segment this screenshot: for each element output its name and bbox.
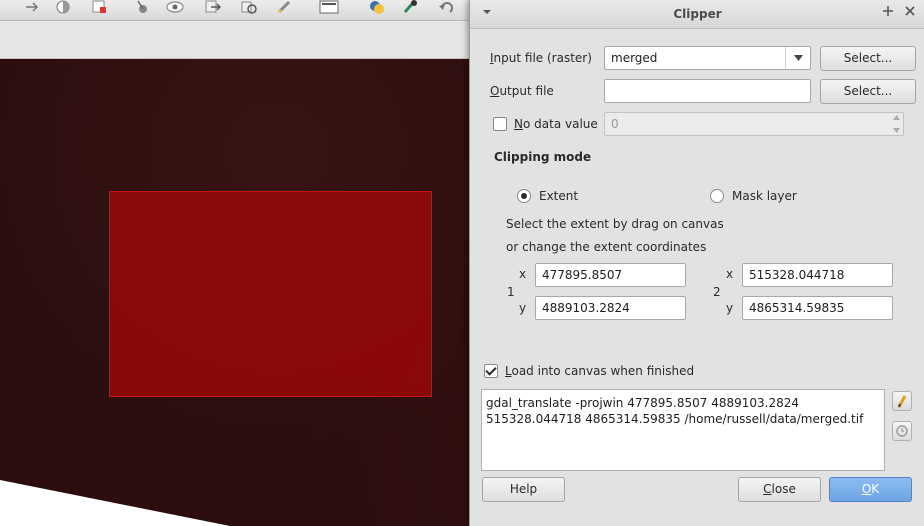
python-icon[interactable]	[366, 0, 388, 14]
new-layer-icon[interactable]	[88, 0, 110, 14]
move-icon[interactable]	[202, 0, 224, 14]
mask-layer-radio[interactable]	[710, 189, 724, 203]
x2-field[interactable]: 515328.044718	[742, 263, 893, 287]
output-file-label: Output file	[490, 84, 554, 98]
input-select-button[interactable]: Select...	[820, 46, 916, 71]
y2-field[interactable]: 4865314.59835	[742, 296, 893, 320]
pencil-icon[interactable]	[274, 0, 296, 14]
input-file-value: merged	[611, 51, 658, 65]
arrow-icon[interactable]	[22, 0, 44, 14]
load-into-canvas-checkbox[interactable]	[484, 364, 498, 378]
chevron-down-icon[interactable]	[785, 47, 810, 69]
overview-icon[interactable]	[318, 0, 340, 14]
x1-field[interactable]: 477895.8507	[535, 263, 686, 287]
load-into-canvas-label: Load into canvas when finished	[505, 364, 695, 378]
no-data-label: No data value	[514, 117, 598, 131]
point1-label: 1	[507, 285, 515, 299]
dialog-titlebar[interactable]: Clipper	[470, 0, 924, 29]
eye-icon[interactable]	[164, 0, 186, 14]
gdal-command-text[interactable]: gdal_translate -projwin 477895.8507 4889…	[481, 389, 885, 471]
undo-icon[interactable]	[436, 0, 458, 14]
half-circle-icon[interactable]	[52, 0, 74, 14]
close-button[interactable]: Close	[738, 477, 821, 502]
no-data-spinbox[interactable]: 0	[604, 112, 904, 136]
output-select-button[interactable]: Select...	[820, 79, 916, 104]
output-file-field[interactable]	[604, 79, 811, 103]
extent-radio-label: Extent	[539, 189, 579, 203]
x2-label: x	[726, 267, 734, 281]
input-file-combobox[interactable]: merged	[604, 46, 811, 70]
clipper-dialog: Clipper Input file (raster) merged Selec…	[469, 0, 924, 526]
clipping-mode-heading: Clipping mode	[494, 150, 592, 164]
no-data-checkbox[interactable]	[493, 117, 507, 131]
edit-command-icon[interactable]	[892, 391, 912, 411]
y1-field[interactable]: 4889103.2824	[535, 296, 686, 320]
no-data-value: 0	[611, 117, 619, 131]
dialog-title: Clipper	[673, 7, 722, 21]
reset-command-icon[interactable]	[892, 421, 912, 441]
y2-label: y	[726, 301, 734, 315]
spin-arrows-icon[interactable]	[891, 115, 901, 133]
extent-instruction-line1: Select the extent by drag on canvas	[506, 217, 724, 231]
pin-icon[interactable]	[130, 0, 152, 14]
mask-layer-radio-label: Mask layer	[732, 189, 797, 203]
point2-label: 2	[713, 285, 721, 299]
rotate-icon[interactable]	[238, 0, 260, 14]
tool-icon[interactable]	[400, 0, 422, 14]
input-file-label: Input file (raster)	[490, 51, 592, 65]
pin-window-icon[interactable]	[881, 6, 895, 20]
y1-label: y	[519, 301, 527, 315]
clip-extent-rectangle[interactable]	[109, 191, 432, 397]
extent-instruction-line2: or change the extent coordinates	[506, 240, 707, 254]
x1-label: x	[519, 267, 527, 281]
ok-button[interactable]: OK	[829, 477, 912, 502]
help-button[interactable]: Help	[482, 477, 565, 502]
close-icon[interactable]	[903, 6, 917, 20]
extent-radio[interactable]	[517, 189, 531, 203]
